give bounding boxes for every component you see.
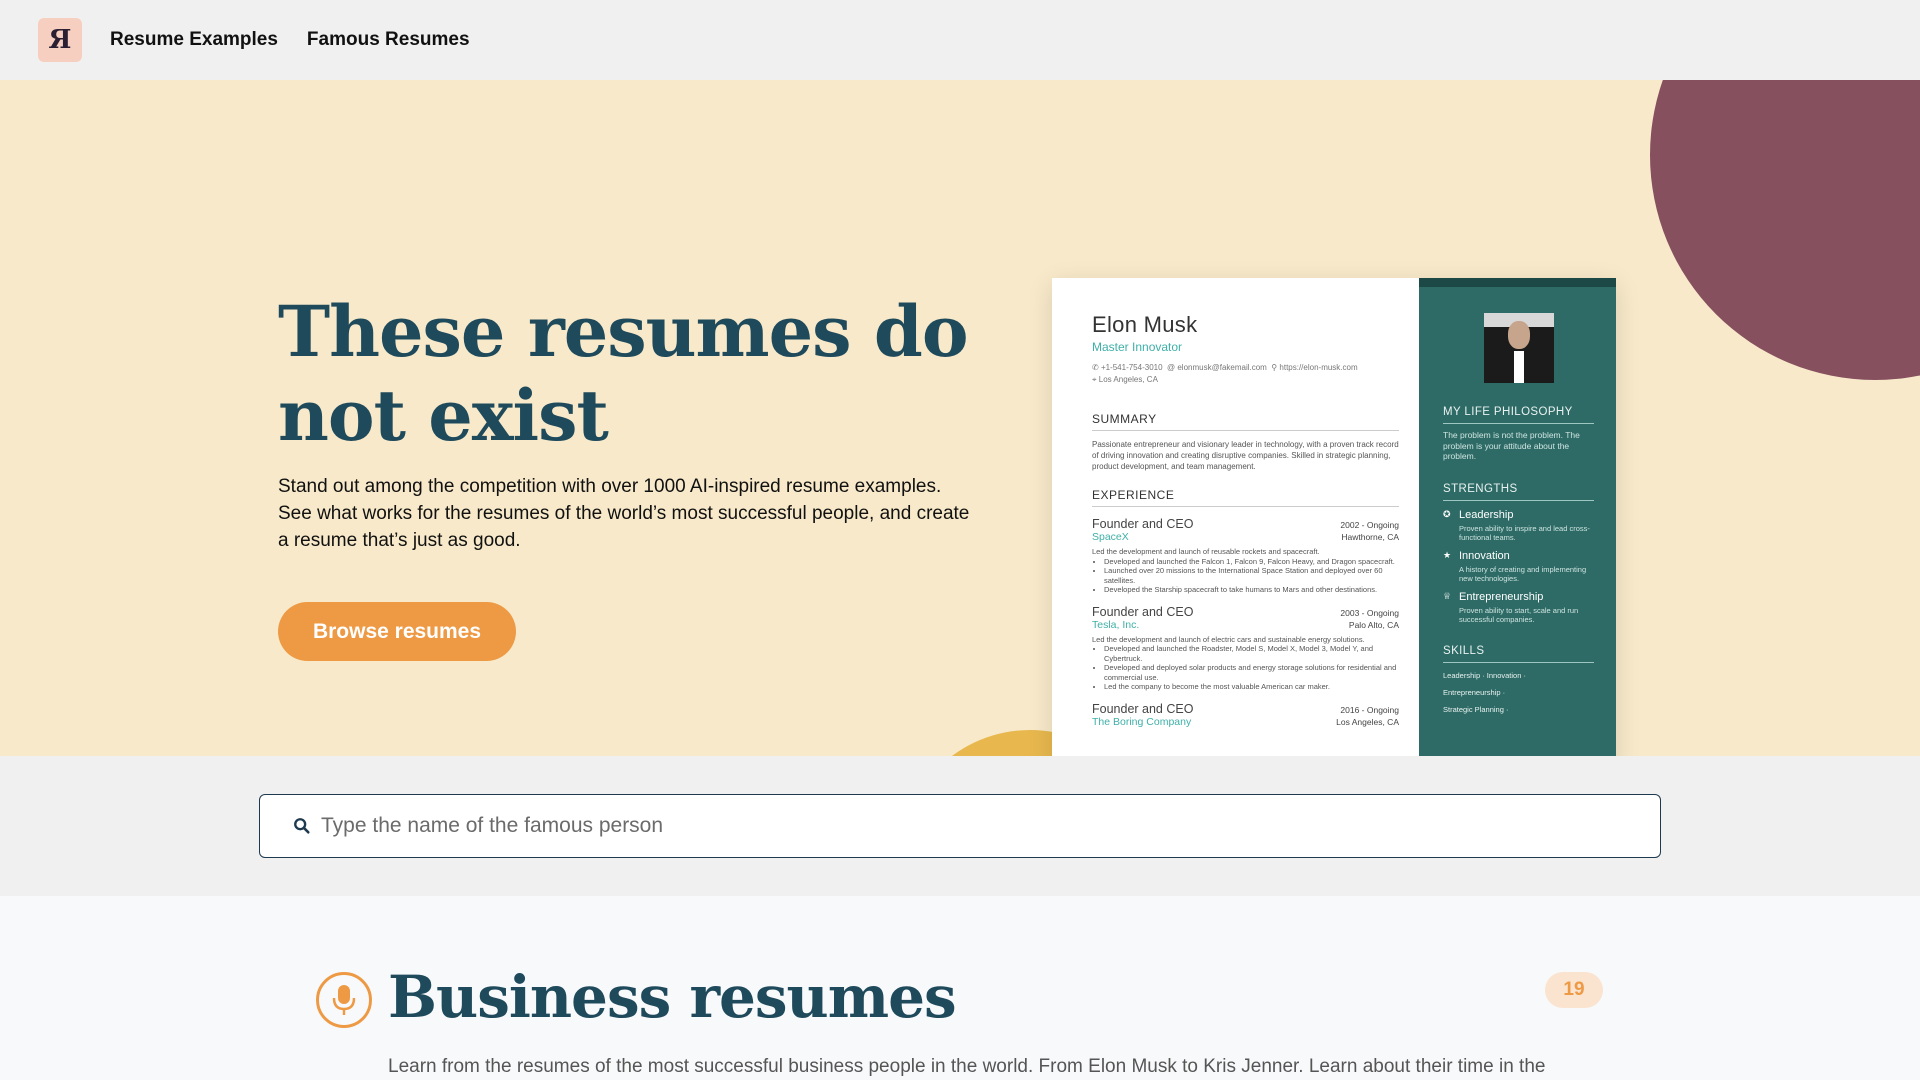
resume-photo [1483, 313, 1554, 383]
job-role: Founder and CEO [1092, 604, 1194, 619]
microphone-glyph [332, 985, 356, 1015]
search-icon [294, 818, 310, 834]
hero-subtitle: Stand out among the competition with ove… [278, 476, 970, 551]
logo[interactable]: Я [38, 18, 82, 62]
nav-link-famous-resumes[interactable]: Famous Resumes [307, 29, 470, 51]
photo-face [1507, 321, 1530, 349]
philosophy-text: The problem is not the problem. The prob… [1443, 430, 1580, 461]
search-input[interactable] [321, 814, 1621, 838]
job-dates: 2002 - Ongoing [1340, 520, 1399, 530]
job-bullet: Developed and deployed solar products an… [1104, 663, 1399, 682]
job-description: Led the development and launch of reusab… [1092, 547, 1320, 556]
browse-resumes-button[interactable]: Browse resumes [278, 602, 516, 661]
business-description: Learn from the resumes of the most succe… [388, 1056, 1546, 1077]
skill-line: Leadership · Innovation · [1443, 670, 1526, 680]
trophy-icon: ♕ [1443, 591, 1452, 601]
job-role: Founder and CEO [1092, 517, 1194, 531]
job-entry: Founder and CEO 2016 - Ongoing The Boring… [1092, 702, 1399, 728]
top-nav: Я Resume Examples Famous Resumes [0, 0, 1920, 80]
location-icon: ⌖ [1092, 375, 1097, 384]
job-bullet: Launched over 20 missions to the Interna… [1104, 566, 1399, 585]
resume-preview[interactable]: Elon Musk Master Innovator ✆ +1-541-754-… [1052, 278, 1616, 756]
summary-heading: SUMMARY [1092, 412, 1399, 431]
skills-heading: SKILLS [1443, 644, 1594, 663]
decorative-circle [1650, 80, 1920, 380]
resume-location: Los Angeles, CA [1098, 375, 1158, 384]
strengths-heading: STRENGTHS [1443, 482, 1594, 501]
email-icon: @ [1167, 363, 1176, 372]
job-bullets: Developed and launched the Roadster, Mod… [1104, 644, 1399, 692]
resume-title: Master Innovator [1092, 340, 1183, 354]
resume-email: elonmusk@fakemail.com [1177, 363, 1267, 372]
strength-name: Leadership [1459, 508, 1514, 521]
job-bullet: Developed and launched the Falcon 1, Fal… [1104, 557, 1399, 567]
hero-section: These resumes do not exist Stand out amo… [0, 80, 1920, 756]
strength-desc: A history of creating and implementing n… [1459, 564, 1587, 583]
job-location: Los Angeles, CA [1336, 716, 1399, 727]
nav-link-resume-examples[interactable]: Resume Examples [110, 29, 278, 51]
business-title: Business resumes [388, 963, 957, 1031]
job-bullet: Developed the Starship spacecraft to tak… [1104, 585, 1399, 595]
job-entry: Founder and CEO 2002 - Ongoing SpaceX Hawt… [1092, 517, 1399, 595]
photo-shirt [1513, 351, 1524, 383]
star-icon: ★ [1443, 550, 1452, 560]
job-dates: 2016 - Ongoing [1340, 704, 1399, 715]
strength-item: ★ Innovation [1443, 550, 1594, 562]
philosophy-heading: MY LIFE PHILOSOPHY [1443, 405, 1594, 424]
strength-item: ✪ Leadership [1443, 509, 1594, 521]
skill-line: Entrepreneurship · [1443, 687, 1506, 697]
resume-main-column: Elon Musk Master Innovator ✆ +1-541-754-… [1052, 278, 1419, 756]
resume-contact: ✆ +1-541-754-3010 @ elonmusk@fakemail.co… [1092, 362, 1399, 386]
job-description: Led the development and launch of electr… [1092, 634, 1365, 644]
resume-side-column: MY LIFE PHILOSOPHY The problem is not th… [1419, 278, 1616, 756]
job-bullet: Developed and launched the Roadster, Mod… [1104, 644, 1399, 663]
strength-name: Entrepreneurship [1459, 590, 1544, 603]
summary-text: Passionate entrepreneur and visionary le… [1092, 440, 1399, 471]
strength-name: Innovation [1459, 549, 1510, 562]
job-company: The Boring Company [1092, 715, 1192, 728]
business-count-badge: 19 [1545, 972, 1603, 1008]
link-icon: ⚲ [1271, 363, 1278, 372]
business-section: Business resumes 19 Learn from the resum… [0, 896, 1920, 1080]
resume-name: Elon Musk [1092, 312, 1198, 337]
job-location: Palo Alto, CA [1348, 619, 1399, 630]
phone-icon: ✆ [1092, 363, 1099, 372]
strength-desc: Proven ability to inspire and lead cross… [1459, 523, 1590, 542]
resume-phone: +1-541-754-3010 [1100, 363, 1163, 372]
job-dates: 2003 - Ongoing [1340, 607, 1399, 618]
strength-item: ♕ Entrepreneurship [1443, 591, 1594, 603]
resume-website: https://elon-musk.com [1279, 363, 1358, 372]
strength-desc: Proven ability to start, scale and run s… [1459, 605, 1579, 624]
hero-title: These resumes do not exist [278, 290, 969, 457]
job-bullet: Led the company to become the most valua… [1104, 682, 1399, 692]
job-role: Founder and CEO [1092, 701, 1194, 716]
experience-heading: EXPERIENCE [1092, 488, 1399, 507]
search-section [0, 756, 1920, 896]
job-bullets: Developed and launched the Falcon 1, Fal… [1104, 557, 1399, 595]
award-icon: ✪ [1443, 509, 1451, 519]
job-location: Hawthorne, CA [1341, 532, 1399, 542]
search-box[interactable] [259, 794, 1661, 858]
job-company: SpaceX [1092, 531, 1129, 543]
microphone-icon [316, 972, 372, 1028]
job-entry: Founder and CEO 2003 - Ongoing Tesla, Inc… [1092, 605, 1399, 692]
skill-line: Strategic Planning · [1443, 704, 1509, 714]
job-company: Tesla, Inc. [1092, 618, 1140, 631]
